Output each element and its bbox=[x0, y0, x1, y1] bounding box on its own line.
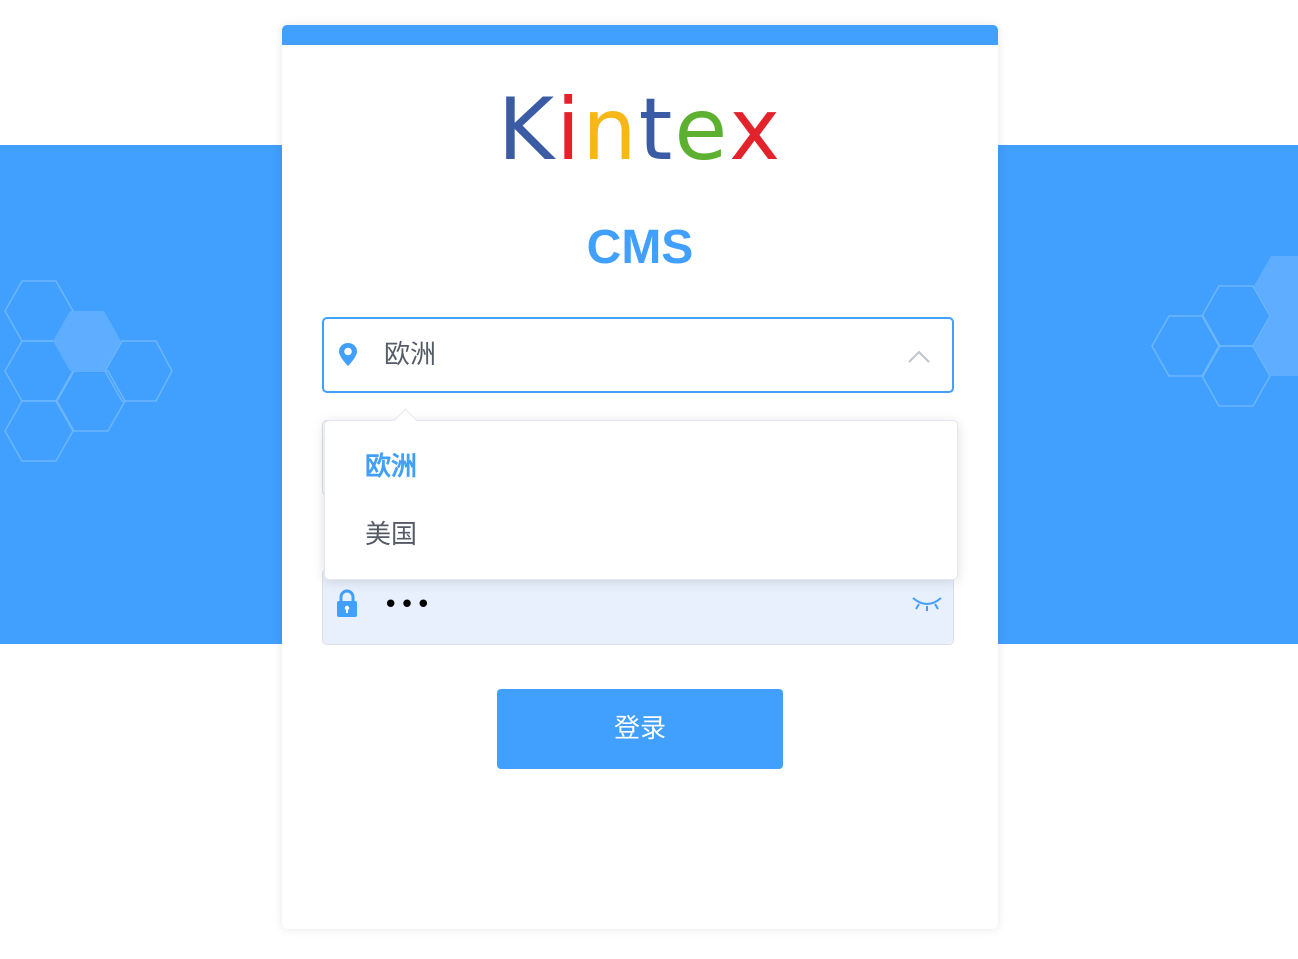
password-field[interactable]: ••• bbox=[322, 569, 954, 645]
page-title: CMS bbox=[586, 221, 694, 274]
logo-letter: n bbox=[582, 80, 639, 180]
region-dropdown: 欧洲 美国 bbox=[324, 408, 958, 580]
kintex-logo: Kintex bbox=[282, 75, 998, 185]
logo-letter: x bbox=[729, 80, 783, 180]
eye-closed-icon[interactable] bbox=[911, 594, 943, 614]
hexagon-pattern-left bbox=[4, 280, 173, 462]
chevron-up-icon[interactable] bbox=[906, 347, 932, 365]
hexagon-pattern-right bbox=[1151, 256, 1298, 407]
card-top-accent bbox=[282, 25, 998, 45]
region-select[interactable]: 欧洲 bbox=[322, 317, 954, 393]
login-card: Kintex CMS 欧洲 ••• 欧洲 美国 登录 bbox=[282, 25, 998, 929]
logo-letter: t bbox=[638, 80, 675, 180]
logo-letter: e bbox=[674, 80, 730, 180]
login-button[interactable]: 登录 bbox=[497, 689, 783, 769]
location-pin-icon bbox=[339, 343, 357, 366]
lock-icon bbox=[337, 589, 357, 617]
region-option-usa[interactable]: 美国 bbox=[365, 515, 417, 555]
region-option-europe[interactable]: 欧洲 bbox=[365, 447, 417, 487]
dropdown-pointer bbox=[393, 408, 418, 433]
region-select-value: 欧洲 bbox=[384, 340, 437, 370]
password-value: ••• bbox=[383, 590, 433, 620]
logo-letter: i bbox=[556, 80, 583, 180]
logo-letter: K bbox=[497, 80, 557, 180]
